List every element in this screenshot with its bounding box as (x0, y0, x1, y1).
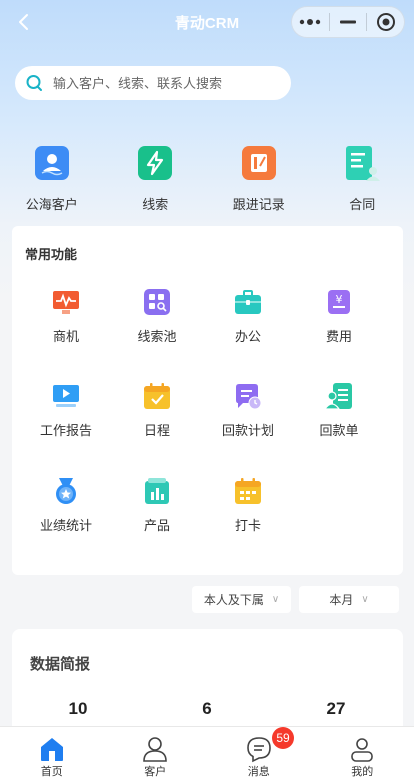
function-schedule[interactable]: 日程 (112, 382, 202, 439)
function-work-report[interactable]: 工作报告 (21, 382, 111, 439)
search-icon (26, 75, 42, 91)
function-label: 打卡 (234, 518, 261, 533)
data-brief-card: 数据简报 10 6 27 (12, 629, 403, 739)
period-filter-dropdown[interactable]: 本月 ∨ (299, 586, 399, 613)
scope-filter-dropdown[interactable]: 本人及下属 ∨ (192, 586, 291, 613)
tab-messages[interactable]: 消息 59 (207, 727, 311, 780)
function-label: 产品 (143, 518, 170, 533)
quick-link-contracts[interactable]: 合同 (311, 144, 414, 214)
minus-icon (340, 20, 356, 24)
search-bar[interactable] (15, 66, 291, 100)
message-icon (246, 737, 271, 763)
period-filter-value: 本月 (329, 593, 354, 607)
more-dots-icon (300, 19, 321, 25)
search-input[interactable] (53, 75, 273, 91)
home-icon (40, 738, 63, 761)
expense-icon: ¥ (328, 290, 350, 314)
lightning-icon (138, 146, 173, 180)
stat-value[interactable]: 10 (38, 699, 118, 719)
more-button[interactable] (292, 7, 329, 37)
function-label: 日程 (143, 423, 170, 438)
unread-count-badge: 59 (272, 727, 294, 749)
quick-link-label: 线索 (142, 197, 169, 212)
briefcase-icon (235, 290, 261, 314)
section-title: 常用功能 (25, 247, 78, 262)
mini-program-capsule (291, 6, 405, 38)
quick-link-follow-up[interactable]: 跟进记录 (207, 144, 311, 214)
quick-links: 公海客户 线索 跟进记录 合同 (0, 144, 414, 214)
receipt-icon (325, 383, 352, 410)
person-icon (143, 737, 168, 762)
quick-link-sea-customer[interactable]: 公海客户 (0, 144, 104, 214)
function-lead-pool[interactable]: 线索池 (112, 288, 202, 345)
nav-bar: 青动CRM (0, 0, 414, 44)
function-label: 办公 (234, 329, 261, 344)
medal-icon (56, 478, 76, 504)
tab-label: 首页 (40, 766, 63, 778)
function-label: 商机 (52, 329, 79, 344)
scope-filter-value: 本人及下属 (203, 593, 264, 607)
svg-text:¥: ¥ (336, 293, 343, 306)
function-clock-in[interactable]: 打卡 (203, 477, 293, 534)
stat-value[interactable]: 6 (167, 699, 247, 719)
payment-plan-icon (236, 384, 262, 410)
product-icon (145, 478, 169, 504)
tab-label: 消息 (247, 766, 270, 778)
function-label: 回款计划 (221, 423, 274, 438)
minimize-button[interactable] (330, 7, 367, 37)
function-performance-stats[interactable]: 业绩统计 (21, 477, 111, 534)
stat-value[interactable]: 27 (296, 699, 376, 719)
chevron-down-icon: ∨ (271, 594, 280, 605)
lead-pool-icon (144, 289, 170, 315)
tab-customers[interactable]: 客户 (104, 727, 208, 780)
function-products[interactable]: 产品 (112, 477, 202, 534)
chevron-down-icon: ∨ (361, 594, 369, 605)
opportunity-icon (53, 291, 79, 314)
quick-link-label: 跟进记录 (232, 197, 285, 212)
sea-customer-icon (34, 146, 69, 180)
function-label: 业绩统计 (39, 518, 92, 533)
function-receipt[interactable]: 回款单 (294, 382, 384, 439)
clock-in-icon (235, 478, 261, 504)
tab-bar: 首页 客户 消息 59 我的 (0, 726, 414, 780)
contract-icon (346, 146, 381, 181)
quick-link-label: 合同 (349, 197, 376, 212)
function-label: 工作报告 (39, 423, 92, 438)
quick-link-label: 公海客户 (25, 197, 78, 212)
calendar-icon (144, 383, 170, 409)
function-payment-plan[interactable]: 回款计划 (203, 382, 293, 439)
function-opportunity[interactable]: 商机 (21, 288, 111, 345)
tab-label: 客户 (144, 766, 167, 778)
function-expense[interactable]: ¥ 费用 (294, 288, 384, 345)
target-close-icon (376, 13, 395, 31)
tab-home[interactable]: 首页 (0, 727, 104, 780)
report-icon (53, 385, 79, 407)
quick-link-leads[interactable]: 线索 (104, 144, 208, 214)
tab-me[interactable]: 我的 (311, 727, 414, 780)
common-functions-card: 常用功能 商机 线索池 办公 ¥ 费用 工作报告 日程 回款计划 回款单 业绩统… (12, 226, 403, 575)
close-button[interactable] (367, 7, 404, 37)
tab-label: 我的 (351, 766, 374, 778)
function-label: 回款单 (319, 423, 359, 438)
function-label: 费用 (325, 329, 352, 344)
profile-icon (351, 738, 374, 762)
function-office[interactable]: 办公 (203, 288, 293, 345)
section-title: 数据简报 (30, 656, 91, 673)
function-label: 线索池 (137, 329, 177, 344)
notebook-icon (241, 146, 276, 180)
